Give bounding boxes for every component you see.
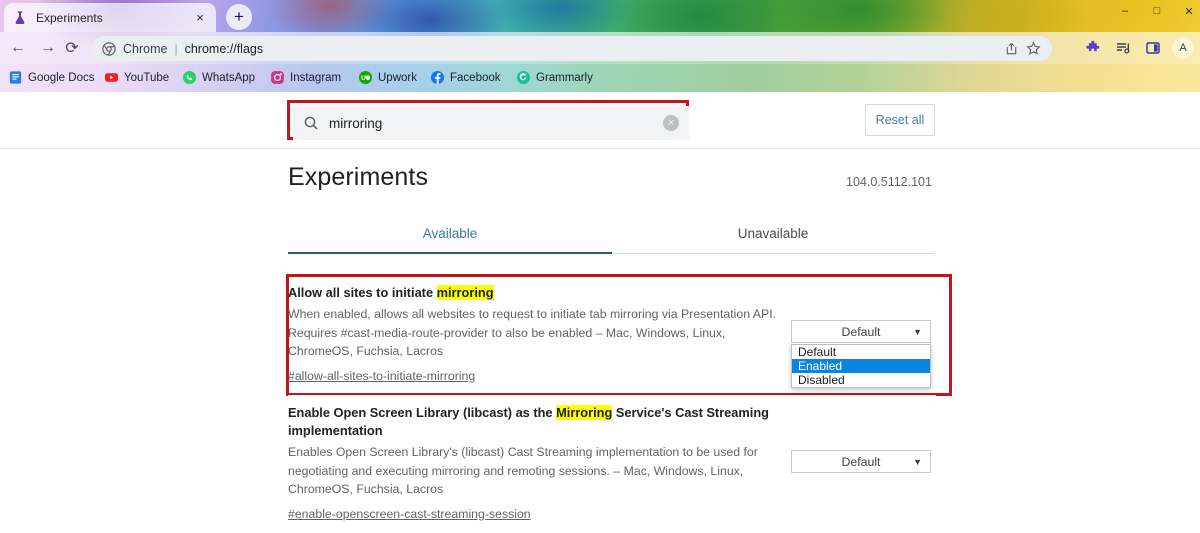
bookmark-instagram[interactable]: Instagram — [270, 67, 341, 88]
bookmark-label: YouTube — [124, 72, 169, 84]
flags-page: mirroring × Reset all Experiments 104.0.… — [0, 92, 1200, 533]
back-button[interactable]: ← — [6, 36, 30, 60]
new-tab-button[interactable]: + — [226, 4, 252, 30]
bookmark-label: WhatsApp — [202, 72, 255, 84]
search-match-highlight: Mirroring — [556, 405, 612, 420]
forward-button[interactable]: → — [36, 36, 60, 60]
search-match-highlight: mirroring — [437, 285, 494, 300]
instagram-icon — [270, 70, 285, 85]
divider — [0, 148, 1200, 149]
flag-id-link[interactable]: #allow-all-sites-to-initiate-mirroring — [288, 369, 475, 383]
close-icon[interactable]: × — [192, 10, 208, 26]
omnibox-url-text: chrome://flags — [185, 42, 998, 56]
search-input-value: mirroring — [329, 116, 663, 131]
flag-title-prefix: Allow all sites to initiate — [288, 285, 437, 300]
tab-available[interactable]: Available — [288, 216, 612, 250]
omnibox-site-label: Chrome — [123, 42, 167, 56]
flag-select-allow-all-sites-to-initiate-mirroring[interactable]: Default ▼ — [791, 320, 931, 343]
bookmark-label: Upwork — [378, 72, 417, 84]
tab-title: Experiments — [36, 11, 192, 25]
browser-window: – □ ✕ Experiments × + ← → ⟳ Chrome | — [0, 0, 1200, 533]
bookmark-label: Instagram — [290, 72, 341, 84]
bookmark-label: Grammarly — [536, 72, 593, 84]
omnibox-separator: | — [174, 42, 177, 56]
reading-list-icon[interactable] — [1112, 37, 1134, 59]
chevron-down-icon: ▼ — [913, 457, 922, 467]
chrome-logo-icon — [102, 42, 116, 56]
upwork-icon — [358, 70, 373, 85]
search-input[interactable]: mirroring × — [293, 106, 689, 140]
flags-tabs: Available Unavailable — [288, 216, 934, 254]
reload-button[interactable]: ⟳ — [60, 36, 84, 60]
bookmark-google-docs[interactable]: Google Docs — [8, 67, 94, 88]
bookmarks-bar-band — [0, 64, 1200, 92]
bookmark-upwork[interactable]: Upwork — [358, 67, 417, 88]
flag-title: Allow all sites to initiate mirroring — [288, 284, 788, 302]
select-option-default[interactable]: Default — [792, 345, 930, 359]
select-option-enabled[interactable]: Enabled — [792, 359, 930, 373]
bookmark-grammarly[interactable]: Grammarly — [516, 67, 593, 88]
address-bar[interactable]: Chrome | chrome://flags — [92, 36, 1052, 61]
search-row: mirroring × Reset all — [0, 100, 1200, 148]
flag-select-dropdown-menu[interactable]: Default Enabled Disabled — [791, 344, 931, 388]
flask-icon — [12, 10, 28, 26]
select-value: Default — [842, 455, 881, 469]
tab-active-indicator — [288, 252, 612, 254]
bookmark-youtube[interactable]: YouTube — [104, 67, 169, 88]
chrome-version: 104.0.5112.101 — [846, 175, 932, 189]
grammarly-icon — [516, 70, 531, 85]
bookmark-label: Google Docs — [28, 72, 94, 84]
whatsapp-icon — [182, 70, 197, 85]
share-icon[interactable] — [1003, 40, 1020, 57]
page-title: Experiments — [288, 163, 428, 192]
flag-description: Enables Open Screen Library's (libcast) … — [288, 443, 788, 499]
facebook-icon — [430, 70, 445, 85]
side-panel-icon[interactable] — [1142, 37, 1164, 59]
annotation-search-box: mirroring × — [287, 100, 689, 140]
youtube-icon — [104, 70, 119, 85]
flag-description: When enabled, allows all websites to req… — [288, 305, 788, 361]
chevron-down-icon: ▼ — [913, 327, 922, 337]
flag-title: Enable Open Screen Library (libcast) as … — [288, 404, 788, 440]
bookmark-whatsapp[interactable]: WhatsApp — [182, 67, 255, 88]
window-maximize-button[interactable]: □ — [1150, 4, 1164, 18]
bookmark-star-icon[interactable] — [1025, 40, 1042, 57]
reset-all-button[interactable]: Reset all — [865, 104, 935, 136]
flag-divider — [288, 395, 936, 396]
clear-search-icon[interactable]: × — [663, 115, 679, 131]
bookmark-label: Facebook — [450, 72, 501, 84]
bookmark-facebook[interactable]: Facebook — [430, 67, 501, 88]
puzzle-icon[interactable] — [1082, 37, 1104, 59]
tab-experiments[interactable]: Experiments × — [4, 3, 216, 32]
tab-unavailable[interactable]: Unavailable — [612, 216, 934, 250]
search-icon — [303, 115, 319, 131]
avatar[interactable]: A — [1172, 37, 1194, 59]
flag-id-link[interactable]: #enable-openscreen-cast-streaming-sessio… — [288, 507, 531, 521]
flag-select-enable-openscreen-cast-streaming-session[interactable]: Default ▼ — [791, 450, 931, 473]
window-minimize-button[interactable]: – — [1118, 4, 1132, 18]
window-close-button[interactable]: ✕ — [1182, 4, 1196, 18]
flag-title-prefix: Enable Open Screen Library (libcast) as … — [288, 405, 556, 420]
select-value: Default — [842, 325, 881, 339]
google-docs-icon — [8, 70, 23, 85]
select-option-disabled[interactable]: Disabled — [792, 373, 930, 387]
